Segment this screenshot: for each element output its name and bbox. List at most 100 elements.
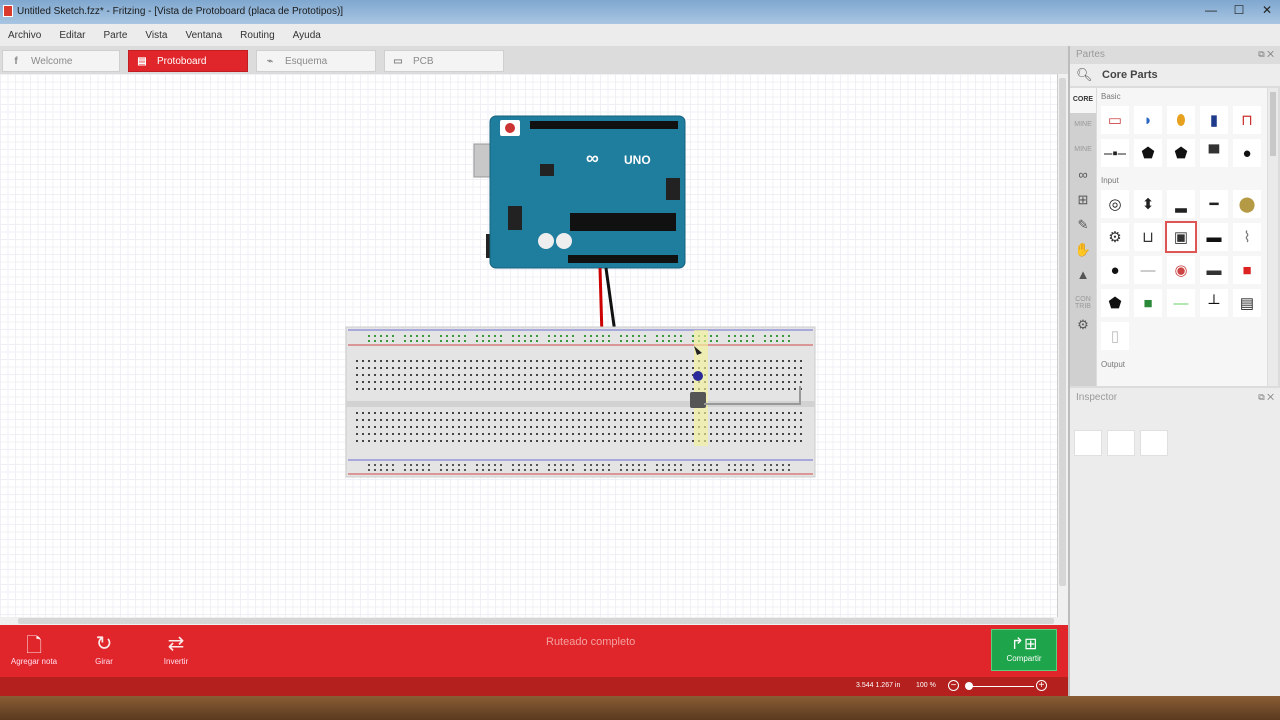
window-controls: — ☐ ✕ <box>1204 3 1274 17</box>
photocell-part-icon[interactable]: ● <box>1101 256 1129 284</box>
status-bar: 3.544 1.267 in 100 % − + <box>0 677 1068 696</box>
pcb-icon: ▭ <box>393 55 403 67</box>
microphone-part-icon[interactable]: ▯ <box>1101 322 1129 350</box>
menu-ventana[interactable]: Ventana <box>185 30 222 41</box>
bin-tab-tools-icon[interactable]: ✎ <box>1070 213 1096 238</box>
zoom-slider-handle[interactable] <box>965 682 973 690</box>
mosfet-part-icon[interactable]: ⬟ <box>1167 139 1195 167</box>
rotate-button[interactable]: ↻ Girar <box>74 631 134 666</box>
share-icon: ↱⊞ <box>1010 636 1038 653</box>
piezo-part-icon[interactable]: ⬤ <box>1233 190 1261 218</box>
analog-header <box>568 255 678 263</box>
zoom-slider[interactable] <box>966 686 1034 687</box>
inspector-pcb-view <box>1140 430 1168 456</box>
module-part-icon[interactable]: ▤ <box>1233 289 1261 317</box>
red-sensor-part-icon[interactable]: ■ <box>1233 256 1261 284</box>
pushbutton <box>690 392 706 408</box>
tab-label: Protoboard <box>157 55 207 67</box>
canvas-horizontal-scrollbar[interactable] <box>0 617 1068 625</box>
bin-tab-mine[interactable]: MINE <box>1070 113 1096 138</box>
menu-editar[interactable]: Editar <box>59 30 85 41</box>
sensor-strip-part-icon[interactable]: ▬ <box>1200 256 1228 284</box>
inspector-breadboard-view <box>1074 430 1102 456</box>
tab-welcome[interactable]: f Welcome <box>2 50 120 72</box>
inspector-panel-controls[interactable]: ⧉ ✕ <box>1258 392 1274 403</box>
switch-part-icon[interactable]: ━ <box>1200 190 1228 218</box>
bin-tab-core[interactable]: CORE <box>1070 88 1096 113</box>
bin-tab-contrib[interactable]: CON TRIB <box>1070 288 1096 313</box>
flex-sensor-part-icon[interactable]: ― <box>1167 289 1195 317</box>
tab-label: Welcome <box>31 55 73 67</box>
temperature-sensor-part-icon[interactable]: ⬟ <box>1101 289 1129 317</box>
tab-protoboard[interactable]: ▤ Protoboard <box>128 50 248 72</box>
uno-label: UNO <box>624 153 651 167</box>
zoom-out-icon[interactable]: − <box>948 680 959 691</box>
search-icon[interactable]: 🔍︎ <box>1076 67 1093 83</box>
menu-routing[interactable]: Routing <box>240 30 274 41</box>
menu-archivo[interactable]: Archivo <box>8 30 41 41</box>
menu-vista[interactable]: Vista <box>145 30 167 41</box>
right-dock: Partes ⧉ ✕ 🔍︎ Core Parts CORE MINE MINE … <box>1068 46 1280 696</box>
tab-pcb[interactable]: ▭ PCB <box>384 50 504 72</box>
led <box>693 371 703 381</box>
circuit-drawing: ∞ UNO <box>345 115 816 478</box>
rotary-pot-part-icon[interactable]: ⬍ <box>1134 190 1162 218</box>
red-wire <box>598 267 604 337</box>
menu-ayuda[interactable]: Ayuda <box>293 30 321 41</box>
pushbutton-part-icon[interactable]: ▣ <box>1165 221 1197 253</box>
electrolytic-part-icon[interactable]: ▮ <box>1200 106 1228 134</box>
maximize-icon[interactable]: ☐ <box>1232 3 1246 17</box>
bin-tab-mine-2[interactable]: MINE <box>1070 138 1096 163</box>
bottom-toolbar: 🗋 Agregar nota ↻ Girar ⇄ Invertir Rutead… <box>0 625 1068 677</box>
parts-search-header: 🔍︎ Core Parts <box>1070 64 1280 86</box>
slide-pot-part-icon[interactable]: ▂ <box>1167 190 1195 218</box>
inspector-panel: Inspector ⧉ ✕ <box>1070 388 1280 696</box>
schematic-icon: ⌁ <box>266 55 274 67</box>
reed-switch-part-icon[interactable]: ⌇ <box>1233 223 1261 251</box>
minimize-icon[interactable]: — <box>1204 3 1218 17</box>
cursor-coordinates: 3.544 1.267 in <box>856 682 901 689</box>
zoom-in-icon[interactable]: + <box>1036 680 1047 691</box>
antenna-part-icon[interactable]: ┴ <box>1200 289 1228 317</box>
tab-label: PCB <box>413 55 434 67</box>
wire-part-icon[interactable]: ― <box>1134 256 1162 284</box>
panel-controls[interactable]: ⧉ ✕ <box>1258 49 1274 60</box>
green-board-part-icon[interactable]: ■ <box>1134 289 1162 317</box>
tab-esquema[interactable]: ⌁ Esquema <box>256 50 376 72</box>
share-button[interactable]: ↱⊞ Compartir <box>991 629 1057 671</box>
bin-tab-shapes-icon[interactable]: ▲ <box>1070 263 1096 288</box>
menu-parte[interactable]: Parte <box>103 30 127 41</box>
transistor-part-icon[interactable]: ⬟ <box>1134 139 1162 167</box>
flip-button[interactable]: ⇄ Invertir <box>146 631 206 666</box>
canvas-vertical-scrollbar[interactable] <box>1058 74 1068 617</box>
encoder-part-icon[interactable]: ⚙ <box>1101 223 1129 251</box>
arduino-board <box>489 115 686 269</box>
voltage-regulator-part-icon[interactable]: ▀ <box>1200 139 1228 167</box>
bin-tab-fab-icon[interactable]: ⊞ <box>1070 188 1096 213</box>
add-note-button[interactable]: 🗋 Agregar nota <box>4 631 64 666</box>
breadboard-canvas[interactable]: ∞ UNO frit <box>0 74 1058 672</box>
diode-part-icon[interactable]: –▪– <box>1101 139 1129 167</box>
dip-switch-part-icon[interactable]: ▬ <box>1200 223 1228 251</box>
fsr-part-icon[interactable]: ◉ <box>1167 256 1195 284</box>
breadboard[interactable] <box>345 326 816 478</box>
note-icon: 🗋 <box>25 635 43 657</box>
bin-tab-hand-icon[interactable]: ✋ <box>1070 238 1096 263</box>
resistor-part-icon[interactable]: ▭ <box>1101 106 1129 134</box>
resistor-network-part-icon[interactable]: ⊓ <box>1233 106 1261 134</box>
arduino-uno[interactable]: ∞ UNO <box>473 115 686 269</box>
zoom-level: 100 % <box>916 682 936 689</box>
rotate-icon: ↻ <box>95 633 113 655</box>
parts-bin-scrollbar[interactable] <box>1268 88 1278 386</box>
close-icon[interactable]: ✕ <box>1260 3 1274 17</box>
potentiometer-part-icon[interactable]: ◎ <box>1101 190 1129 218</box>
bin-tab-gear-icon[interactable]: ⚙ <box>1070 313 1096 338</box>
tilt-switch-part-icon[interactable]: ⊔ <box>1134 223 1162 251</box>
bin-tab-arduino-icon[interactable]: ∞ <box>1070 163 1096 188</box>
tantalum-part-icon[interactable]: ⬮ <box>1167 106 1195 134</box>
crystal-part-icon[interactable]: ● <box>1233 139 1261 167</box>
flip-icon: ⇄ <box>167 633 185 655</box>
routing-status: Ruteado completo <box>546 636 636 648</box>
capacitor-part-icon[interactable]: ◗ <box>1134 106 1162 134</box>
fritzing-app-icon <box>3 5 13 17</box>
